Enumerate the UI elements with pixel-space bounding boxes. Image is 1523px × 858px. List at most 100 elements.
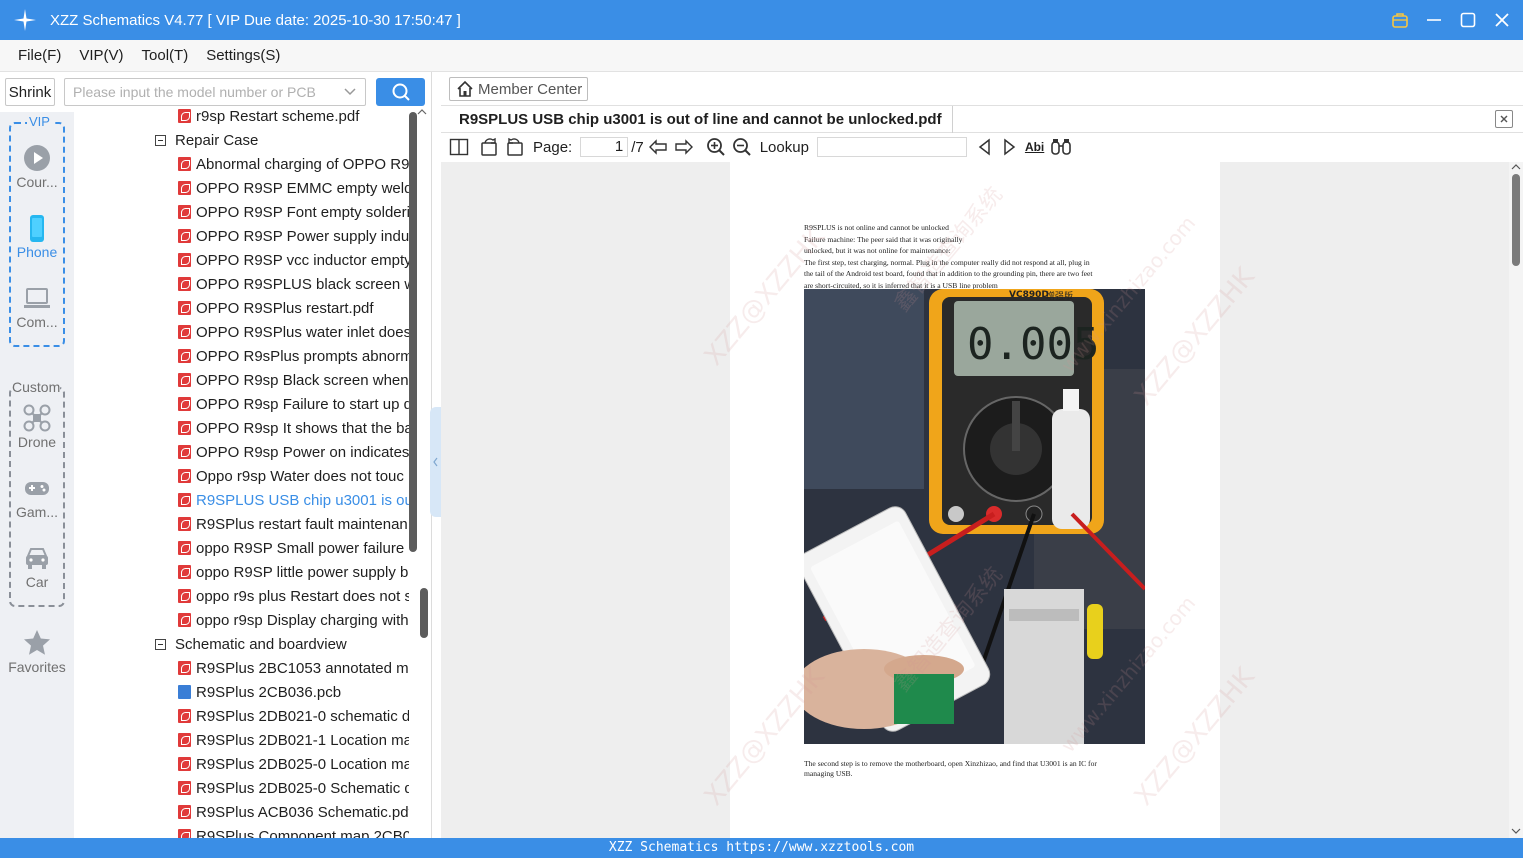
nav-drone[interactable]: Drone bbox=[0, 404, 74, 450]
find-previous-icon[interactable] bbox=[977, 138, 993, 156]
tree-file-item[interactable]: oppo R9SP little power supply b bbox=[74, 560, 409, 584]
pdf-file-icon bbox=[178, 517, 191, 531]
tree-scrollbar-thumb[interactable] bbox=[409, 112, 417, 552]
pdf-file-icon bbox=[178, 709, 191, 723]
nav-car-label: Car bbox=[25, 574, 49, 590]
tree-file-item[interactable]: OPPO R9SPlus water inlet does bbox=[74, 320, 409, 344]
nav-phone[interactable]: Phone bbox=[0, 214, 74, 260]
tree-file-item[interactable]: oppo r9s plus Restart does not s bbox=[74, 584, 409, 608]
tree-scrollbar[interactable] bbox=[409, 108, 428, 838]
tree-file-item[interactable]: Oppo r9sp Water does not touc bbox=[74, 464, 409, 488]
multimeter-photo: 0.005 VC890D 增强版 bbox=[804, 289, 1145, 744]
tree-file-item[interactable]: R9SPlus 2DB021-0 schematic di bbox=[74, 704, 409, 728]
nav-game[interactable]: Gam... bbox=[0, 474, 74, 520]
tree-item-label: R9SPlus 2DB025-0 Schematic di bbox=[196, 779, 409, 797]
viewer-scrollbar-thumb[interactable] bbox=[1512, 174, 1520, 266]
tree-item-label: OPPO R9sp Black screen when u bbox=[196, 371, 409, 389]
lookup-input[interactable] bbox=[816, 137, 967, 157]
menu-tool[interactable]: Tool(T) bbox=[134, 47, 197, 64]
tree-file-item[interactable]: oppo R9SP Small power failure bbox=[74, 536, 409, 560]
tree-item-label: oppo r9sp Display charging with bbox=[196, 611, 409, 629]
model-search-input[interactable] bbox=[73, 84, 333, 100]
tree-file-item[interactable]: Abnormal charging of OPPO R9 bbox=[74, 152, 409, 176]
previous-page-icon[interactable] bbox=[648, 138, 668, 156]
document-tab[interactable]: R9SPLUS USB chip u3001 is out of line an… bbox=[449, 106, 953, 133]
nav-favorites[interactable]: Favorites bbox=[0, 629, 74, 675]
menu-vip[interactable]: VIP(V) bbox=[71, 47, 131, 64]
tree-file-item[interactable]: OPPO R9sp It shows that the ba bbox=[74, 416, 409, 440]
member-center-button[interactable]: Member Center bbox=[449, 77, 588, 101]
nav-car[interactable]: Car bbox=[0, 544, 74, 590]
pdf-file-icon bbox=[178, 829, 191, 838]
tree-file-item[interactable]: OPPO R9SP vcc inductor empty bbox=[74, 248, 409, 272]
rotate-left-icon[interactable] bbox=[505, 137, 525, 157]
tree-folder[interactable]: Repair Case bbox=[74, 128, 409, 152]
vip-cart-icon[interactable] bbox=[1389, 9, 1411, 31]
pdf-file-icon bbox=[178, 421, 191, 435]
pdf-file-icon bbox=[178, 541, 191, 555]
viewer-scrollbar[interactable] bbox=[1509, 162, 1523, 838]
tree-item-label: oppo R9SP little power supply b bbox=[196, 563, 409, 581]
drone-icon bbox=[23, 404, 51, 432]
page-text-line: The first step, test charging, normal. P… bbox=[804, 257, 1090, 267]
zoom-in-icon[interactable] bbox=[706, 137, 726, 157]
tree-file-item[interactable]: R9SPlus 2DB025-0 Schematic di bbox=[74, 776, 409, 800]
tree-file-item[interactable]: R9SPlus ACB036 Schematic.pdf bbox=[74, 800, 409, 824]
shrink-button[interactable]: Shrink bbox=[5, 78, 55, 106]
binoculars-icon[interactable] bbox=[1050, 138, 1072, 156]
pdf-file-icon bbox=[178, 781, 191, 795]
car-icon bbox=[26, 548, 48, 569]
tree-folder[interactable]: Schematic and boardview bbox=[74, 632, 409, 656]
tree-file-item[interactable]: R9SPlus 2BC1053 annotated ma bbox=[74, 656, 409, 680]
sidebar-toggle-icon[interactable] bbox=[449, 137, 469, 157]
collapse-toggle-icon[interactable] bbox=[155, 638, 166, 650]
close-button[interactable] bbox=[1491, 9, 1513, 31]
tree-item-label: R9SPlus 2DB021-1 Location ma bbox=[196, 731, 409, 749]
nav-computer[interactable]: Com... bbox=[0, 284, 74, 330]
tree-file-item[interactable]: OPPO R9sp Power on indicates bbox=[74, 440, 409, 464]
maximize-button[interactable] bbox=[1457, 9, 1479, 31]
pdf-file-icon bbox=[178, 325, 191, 339]
tree-file-item[interactable]: OPPO R9SP Power supply induc bbox=[74, 224, 409, 248]
menu-file[interactable]: File(F) bbox=[10, 47, 69, 64]
tree-file-item[interactable]: OPPO R9SP Font empty solderin bbox=[74, 200, 409, 224]
tree-file-item[interactable]: OPPO R9SP EMMC empty weld bbox=[74, 176, 409, 200]
model-search-box[interactable] bbox=[64, 78, 366, 106]
meter-model: VC890D bbox=[1009, 290, 1049, 300]
pdf-file-icon bbox=[178, 493, 191, 507]
tree-file-item[interactable]: R9SPlus 2DB025-0 Location ma bbox=[74, 752, 409, 776]
collapse-toggle-icon[interactable] bbox=[155, 134, 166, 146]
nav-courses[interactable]: Cour... bbox=[0, 144, 74, 190]
scroll-down-icon[interactable] bbox=[1509, 826, 1523, 836]
tree-file-item[interactable]: R9SPlus 2CB036.pcb bbox=[74, 680, 409, 704]
tree-file-item[interactable]: r9sp Restart scheme.pdf bbox=[74, 108, 409, 128]
pdf-viewport[interactable]: R9SPLUS is not online and cannot be unlo… bbox=[441, 162, 1523, 838]
tree-file-item[interactable]: OPPO R9SPlus restart.pdf bbox=[74, 296, 409, 320]
next-page-icon[interactable] bbox=[674, 138, 694, 156]
menu-settings[interactable]: Settings(S) bbox=[198, 47, 288, 64]
minimize-button[interactable] bbox=[1423, 9, 1445, 31]
rotate-right-icon[interactable] bbox=[479, 137, 499, 157]
find-next-icon[interactable] bbox=[1001, 138, 1017, 156]
chevron-down-icon[interactable] bbox=[343, 84, 357, 101]
pdf-file-icon bbox=[178, 109, 191, 123]
search-button[interactable] bbox=[376, 78, 425, 106]
tree-file-item[interactable]: OPPO R9SPLUS black screen wit bbox=[74, 272, 409, 296]
match-case-toggle[interactable]: Abi bbox=[1025, 140, 1044, 154]
pdf-file-icon bbox=[178, 613, 191, 627]
tree-scrollbar-thumb-secondary[interactable] bbox=[420, 588, 428, 638]
tree-file-item[interactable]: R9SPLUS USB chip u3001 is out bbox=[74, 488, 409, 512]
pdf-file-icon bbox=[178, 301, 191, 315]
tree-file-item[interactable]: R9SPlus 2DB021-1 Location ma bbox=[74, 728, 409, 752]
zoom-out-icon[interactable] bbox=[732, 137, 752, 157]
page-number-input[interactable]: 1 bbox=[580, 137, 629, 157]
tree-file-item[interactable]: OPPO R9sPlus prompts abnorm bbox=[74, 344, 409, 368]
tree-file-item[interactable]: R9SPlus Component map 2CB0 bbox=[74, 824, 409, 838]
tree-file-item[interactable]: OPPO R9sp Failure to start up d bbox=[74, 392, 409, 416]
tree-file-item[interactable]: R9SPlus restart fault maintenan bbox=[74, 512, 409, 536]
tree-file-item[interactable]: oppo r9sp Display charging with bbox=[74, 608, 409, 632]
scroll-up-icon[interactable] bbox=[1509, 162, 1523, 172]
tree-file-item[interactable]: OPPO R9sp Black screen when u bbox=[74, 368, 409, 392]
close-tab-icon[interactable] bbox=[1495, 110, 1513, 128]
scroll-up-icon[interactable] bbox=[417, 108, 427, 116]
